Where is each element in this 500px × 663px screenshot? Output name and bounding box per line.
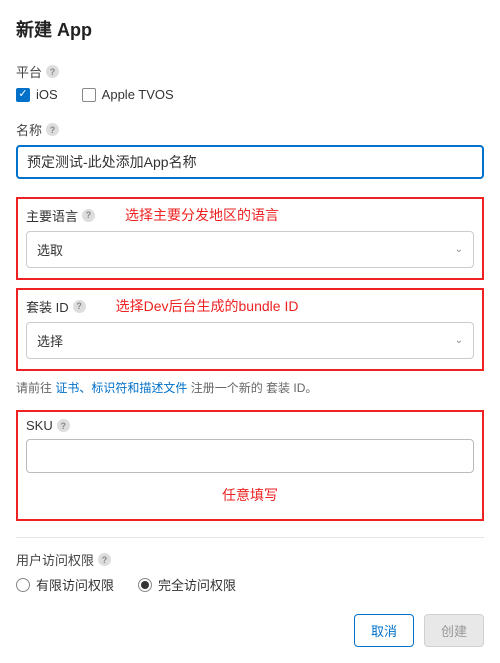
radio-icon — [138, 578, 152, 592]
bundle-label-row: 套装 ID ? — [26, 297, 86, 316]
bundle-guide-link[interactable]: 证书、标识符和描述文件 — [55, 381, 187, 395]
bundle-selected-value: 选择 — [37, 331, 63, 350]
help-icon[interactable]: ? — [73, 300, 86, 313]
bundle-annotation-text: 选择Dev后台生成的bundle ID — [116, 296, 299, 316]
divider — [16, 537, 484, 538]
dialog-footer: 取消 创建 — [16, 614, 484, 647]
lang-select[interactable]: 选取 ⌄ — [26, 231, 474, 268]
sku-label: SKU — [26, 418, 53, 433]
bundle-annotation-box: 套装 ID ? 选择Dev后台生成的bundle ID 选择 ⌄ — [16, 288, 484, 371]
access-limited-radio[interactable]: 有限访问权限 — [16, 575, 114, 594]
cancel-button[interactable]: 取消 — [354, 614, 414, 647]
platform-ios-checkbox[interactable]: ✓ iOS — [16, 87, 58, 102]
create-button[interactable]: 创建 — [424, 614, 484, 647]
help-icon[interactable]: ? — [46, 123, 59, 136]
platform-field: 平台 ? ✓ iOS Apple TVOS — [16, 62, 484, 102]
name-label-row: 名称 ? — [16, 120, 484, 139]
lang-selected-value: 选取 — [37, 240, 63, 259]
lang-label-row: 主要语言 ? — [26, 206, 95, 225]
bundle-guide-text: 请前往 证书、标识符和描述文件 注册一个新的 套装 ID。 — [16, 379, 484, 396]
help-icon[interactable]: ? — [46, 65, 59, 78]
lang-label: 主要语言 — [26, 206, 78, 225]
radio-icon — [16, 578, 30, 592]
sku-label-row: SKU ? — [26, 418, 474, 433]
access-full-radio[interactable]: 完全访问权限 — [138, 575, 236, 594]
sku-annotation-text: 任意填写 — [26, 485, 474, 505]
platform-tvos-label: Apple TVOS — [102, 87, 174, 102]
checkbox-icon — [82, 88, 96, 102]
bundle-label: 套装 ID — [26, 297, 69, 316]
access-label: 用户访问权限 — [16, 550, 94, 569]
access-label-row: 用户访问权限 ? — [16, 550, 484, 569]
bundle-guide-suffix: 注册一个新的 套装 ID。 — [191, 381, 318, 395]
access-limited-label: 有限访问权限 — [36, 575, 114, 594]
name-input[interactable] — [16, 145, 484, 179]
sku-input[interactable] — [26, 439, 474, 473]
platform-label: 平台 — [16, 62, 42, 81]
platform-ios-label: iOS — [36, 87, 58, 102]
chevron-down-icon: ⌄ — [455, 244, 463, 255]
platform-tvos-checkbox[interactable]: Apple TVOS — [82, 87, 174, 102]
help-icon[interactable]: ? — [82, 209, 95, 222]
platform-label-row: 平台 ? — [16, 62, 484, 81]
lang-annotation-text: 选择主要分发地区的语言 — [125, 205, 279, 225]
help-icon[interactable]: ? — [57, 419, 70, 432]
help-icon[interactable]: ? — [98, 553, 111, 566]
lang-annotation-box: 主要语言 ? 选择主要分发地区的语言 选取 ⌄ — [16, 197, 484, 280]
chevron-down-icon: ⌄ — [455, 335, 463, 346]
name-field: 名称 ? — [16, 120, 484, 179]
sku-annotation-box: SKU ? 任意填写 — [16, 410, 484, 521]
access-full-label: 完全访问权限 — [158, 575, 236, 594]
access-field: 用户访问权限 ? 有限访问权限 完全访问权限 — [16, 550, 484, 594]
checkbox-icon: ✓ — [16, 88, 30, 102]
bundle-select[interactable]: 选择 ⌄ — [26, 322, 474, 359]
bundle-guide-prefix: 请前往 — [16, 381, 52, 395]
dialog-title: 新建 App — [16, 16, 484, 42]
name-label: 名称 — [16, 120, 42, 139]
